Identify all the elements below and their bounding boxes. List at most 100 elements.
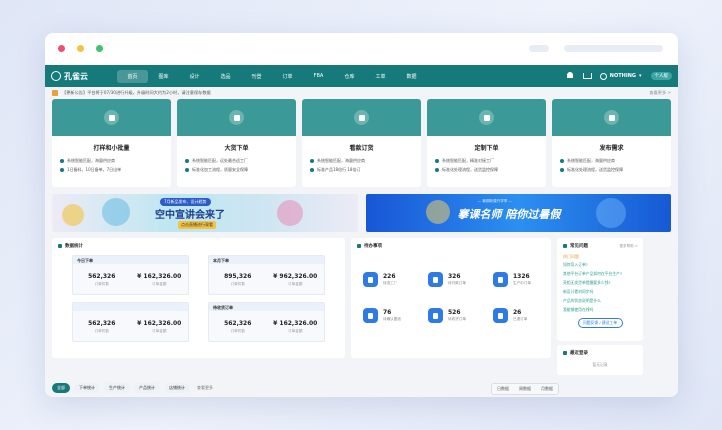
banner-decoration [62,204,84,226]
logo-icon [51,71,61,81]
service-feature: 系统智能匹配，远处最合适工厂 [177,158,296,164]
feedback-button[interactable]: 问题反馈 / 建议工单 [577,318,623,328]
check-icon [435,159,439,163]
faq-more-link[interactable]: 更多帮助 > [619,244,638,249]
todo-item[interactable]: 226 待选工厂 [363,272,397,287]
stat-count: 562,326 [88,320,116,327]
nav-item-home[interactable]: 首页 [117,69,148,83]
notice-text[interactable]: 【更新公告】平台将于07/30进行升级。升级时间大约为2小时，请注意保存数据 [62,90,211,96]
banner-decoration [425,200,450,224]
chevron-down-icon: ▾ [638,73,642,79]
copy-icon [479,110,494,125]
service-card-view-order[interactable]: 看款订货 系统智能匹配，海量供应商 标准产品18倍行 18倍订 [302,99,421,187]
document-icon [104,110,119,125]
nav-right: NOTHING ▾ 个人版 [566,72,672,80]
service-feature: 系统智能匹配，海量供应商 [52,158,171,164]
nav-item-data[interactable]: 数据 [396,70,427,83]
todo-count: 76 [383,309,392,316]
service-card-sampling[interactable]: 打样和小批量 系统智能匹配，海量供应商 1日备料，10日备单，7日出单 [52,99,171,187]
check-icon [560,159,564,163]
faq-item[interactable]: 新设计素材同步吗 [557,287,643,296]
main-content: 【更新公告】平台将于07/30进行升级。升级时间大约为2小时，请注意保存数据 查… [45,87,678,397]
cart-icon[interactable] [582,72,592,80]
side-column: 常见问题 更多帮助 > 热门问题 如何导入订单? 其他平台订单产品如何在平台生产… [557,238,643,375]
period-day[interactable]: 日数据 [492,384,514,394]
todo-count: 326 [448,273,461,280]
banner-decoration [102,198,130,226]
todo-count: 226 [383,273,396,280]
nav-item-fba[interactable]: FBA [303,70,334,82]
check-icon [310,168,314,172]
promo-banners: 7月新品发布、设计趋势 空中宣讲会来了 点击直播进行观看 — 暑期新课开学季 —… [52,194,671,232]
todo-item[interactable]: 26 已退订单 [493,308,527,323]
send-icon [604,110,619,125]
stat-amount-label: 订单金额 [288,329,303,333]
service-title: 打样和小批量 [93,145,130,152]
bell-icon[interactable] [566,72,574,80]
personal-edition-badge[interactable]: 个人版 [650,72,672,80]
check-icon [310,159,314,163]
nav-item-warehouse[interactable]: 仓库 [334,70,365,83]
service-card-bulk[interactable]: 大货下单 系统智能匹配，远处最合适工厂 标准化加工流程，质量安全保障 [177,99,296,187]
refund-icon [493,308,508,323]
filter-tab-production[interactable]: 生产统计 [104,383,130,393]
period-switcher: 日数据 周数据 月数据 [491,383,559,395]
brand-logo[interactable]: 孔雀云 [51,71,117,82]
nav-item-listing[interactable]: 刊登 [241,70,272,83]
service-feature: 标准化处理流程，送货监控保障 [552,167,671,173]
filter-tab-all[interactable]: 全部 [52,383,70,393]
service-feature: 标准产品18倍行 18倍订 [302,167,421,173]
faq-item[interactable]: 我能够使用在线吗 [557,305,643,314]
minimize-dot[interactable] [77,45,84,52]
faq-item[interactable]: 其他平台订单产品如何在平台生产? [557,269,643,278]
user-menu[interactable]: NOTHING ▾ [599,72,642,80]
stat-count-label: 订单件数 [230,282,245,286]
faq-panel: 常见问题 更多帮助 > 热门问题 如何导入订单? 其他平台订单产品如何在平台生产… [557,238,643,341]
service-feature: 1日备料，10日备单，7日出单 [52,167,171,173]
service-feature: 系统智能匹配，海量供应商 [302,158,421,164]
box-icon [229,110,244,125]
nav-item-selection[interactable]: 选品 [210,70,241,83]
faq-item[interactable]: 产品的状态说明是什么 [557,296,643,305]
todo-label: 待选工厂 [383,281,398,285]
stat-card-today[interactable]: 今日下单 562,326 订单件数 ¥ 162,326.00 订单金额 [72,255,189,295]
period-week[interactable]: 周数据 [514,384,536,394]
stat-amount: ¥ 162,326.00 [137,320,182,327]
empty-state: 暂无记录 [592,362,608,367]
service-card-publish[interactable]: 发布需求 系统智能匹配，海量供应商 标准化处理流程，送货监控保障 [552,99,671,187]
todo-item[interactable]: 326 待付款订单 [428,272,466,287]
period-month[interactable]: 月数据 [536,384,558,394]
faq-item[interactable]: 亮相无发货单提醒要多少钱? [557,278,643,287]
banner-livestream[interactable]: 7月新品发布、设计趋势 空中宣讲会来了 点击直播进行观看 [52,194,358,232]
filter-tab-orders[interactable]: 下单统计 [74,383,100,393]
browser-chrome [45,33,678,65]
nav-item-gallery[interactable]: 图库 [148,70,179,83]
nav-item-orders[interactable]: 订单 [272,70,303,83]
app-window: 孔雀云 首页 图库 设计 选品 刊登 订单 FBA 仓库 工单 数据 NOTHI… [45,33,678,397]
filter-tab-stores[interactable]: 店铺统计 [164,383,190,393]
service-title: 发布需求 [599,145,624,152]
filter-more-link[interactable]: 查看更多 [194,383,216,393]
todo-item[interactable]: 1326 生产中订单 [493,272,531,287]
todo-item[interactable]: 76 待确认图纸 [363,308,401,323]
stat-card-month[interactable]: 本月下单 895,326 订单件数 ¥ 962,326.00 订单金额 [208,255,325,295]
chrome-address-bar[interactable] [564,45,663,52]
check-icon [560,168,564,172]
faq-item[interactable]: 如何导入订单? [557,260,643,269]
production-icon [493,272,508,287]
service-card-custom[interactable]: 定制下单 系统智能匹配，精准对接工厂 标准化处理流程，送货监控保障 [427,99,546,187]
banner-summer-course[interactable]: — 暑期新课开学季 — 搴课名师 陪你过暑假 [365,194,671,232]
close-dot[interactable] [58,45,65,52]
banner-title: 空中宣讲会来了 [155,210,225,221]
maximize-dot[interactable] [96,45,103,52]
todo-item[interactable]: 526 待收货订单 [428,308,466,323]
filter-tab-products[interactable]: 产品统计 [134,383,160,393]
receipt-icon [428,308,443,323]
stat-card-pending[interactable]: 562,326 订单件数 ¥ 162,326.00 订单金额 [72,302,189,342]
service-feature: 标准化加工流程，质量安全保障 [177,167,296,173]
notice-more-link[interactable]: 查看更多 > [649,90,671,96]
nav-item-tickets[interactable]: 工单 [365,70,396,83]
stat-card-awaiting-receipt[interactable]: 待收货订单 562,326 订单件数 ¥ 162,326.00 订单金额 [208,302,325,342]
banner-subtitle[interactable]: 点击直播进行观看 [178,221,216,229]
nav-item-design[interactable]: 设计 [179,70,210,83]
